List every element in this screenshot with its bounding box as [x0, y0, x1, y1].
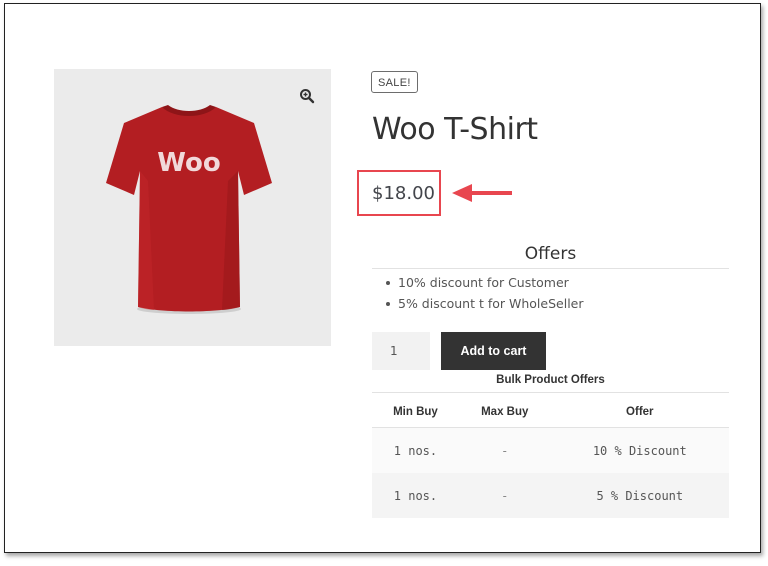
- offer-cell: 5 % Discount: [550, 473, 729, 518]
- product-price: $18.00: [372, 183, 435, 204]
- column-header: Offer: [550, 397, 729, 428]
- red-arrow-annotation: [452, 184, 512, 202]
- tshirt-image: Woo: [106, 105, 272, 314]
- max-buy-cell: -: [458, 473, 551, 518]
- bulk-offers-table: Min Buy Max Buy Offer 1 nos. - 10 % Disc…: [372, 397, 729, 518]
- divider: [372, 392, 729, 393]
- offers-list: 10% discount for Customer 5% discount t …: [386, 272, 584, 314]
- table-row: 1 nos. - 5 % Discount: [372, 473, 729, 518]
- zoom-in-icon[interactable]: [299, 88, 315, 104]
- sale-badge: SALE!: [371, 71, 418, 93]
- max-buy-cell: -: [458, 427, 551, 473]
- min-buy-cell: 1 nos.: [372, 473, 459, 518]
- product-title: Woo T-Shirt: [372, 112, 538, 147]
- add-to-cart-button[interactable]: Add to cart: [441, 332, 546, 370]
- offer-item: 5% discount t for WholeSeller: [386, 293, 584, 314]
- column-header: Min Buy: [372, 397, 459, 428]
- bulk-offers-heading: Bulk Product Offers: [496, 374, 605, 386]
- offers-heading: Offers: [524, 244, 577, 264]
- min-buy-cell: 1 nos.: [372, 427, 459, 473]
- tshirt-logo-text: Woo: [157, 148, 220, 178]
- offer-item: 10% discount for Customer: [386, 272, 584, 293]
- product-gallery[interactable]: Woo: [54, 69, 331, 346]
- column-header: Max Buy: [458, 397, 551, 428]
- quantity-input[interactable]: 1: [372, 332, 430, 370]
- table-header-row: Min Buy Max Buy Offer: [372, 397, 729, 428]
- table-row: 1 nos. - 10 % Discount: [372, 427, 729, 473]
- divider: [372, 268, 729, 269]
- offer-cell: 10 % Discount: [550, 427, 729, 473]
